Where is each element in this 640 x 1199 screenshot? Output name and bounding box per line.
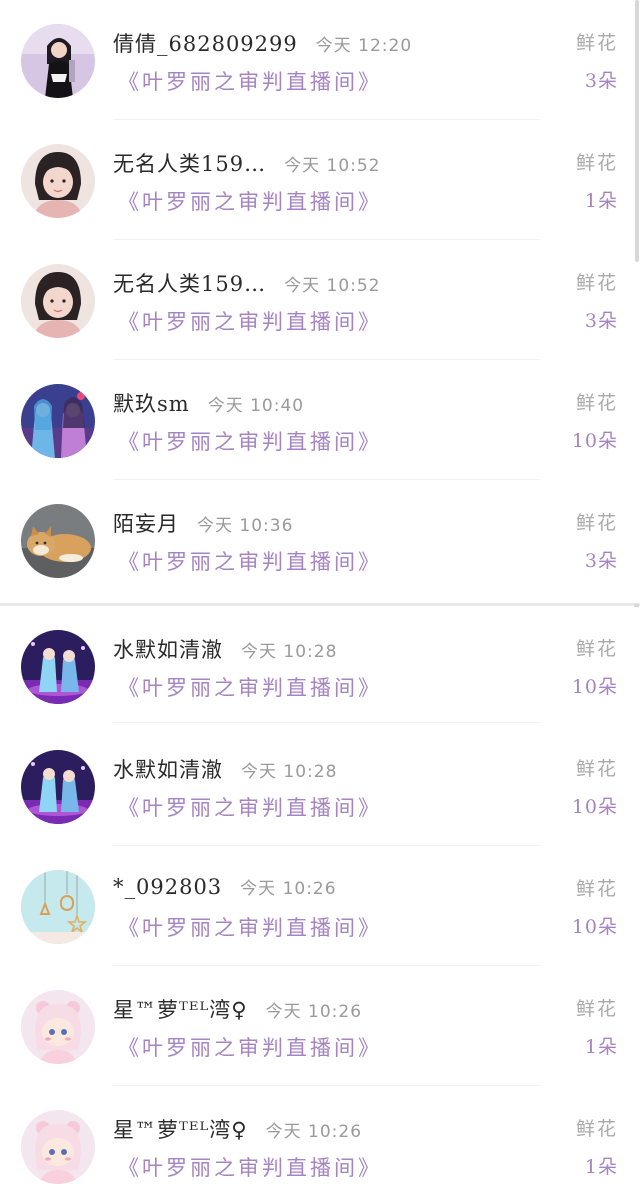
anime-duo-avatar [21, 384, 95, 458]
scrollbar[interactable] [634, 0, 640, 1199]
gift-type-label: 鲜花 [575, 1118, 618, 1140]
timestamp: 今天 10:26 [265, 1122, 363, 1142]
chibi-girl-avatar [21, 1110, 95, 1184]
gift-record-list: 倩倩_682809299 今天 12:20 《叶罗丽之审判直播间》 鲜花 3朵 … [0, 0, 640, 1199]
avatar[interactable] [21, 144, 95, 218]
user-name[interactable]: 倩倩_682809299 [113, 28, 298, 58]
room-name[interactable]: 《叶罗丽之审判直播间》 [118, 1032, 382, 1062]
avatar[interactable] [21, 1110, 95, 1184]
timestamp: 今天 10:52 [284, 156, 381, 176]
gift-type-label: 鲜花 [575, 392, 618, 414]
list-item[interactable]: 水默如清澈 今天 10:28 《叶罗丽之审判直播间》 鲜花 10朵 [0, 726, 640, 846]
list-item[interactable]: 星™萝ᵀᴱᴸ湾♀ 今天 10:26 《叶罗丽之审判直播间》 鲜花 1朵 [0, 1086, 640, 1199]
user-name[interactable]: 水默如清澈 [113, 754, 223, 784]
cat-photo-avatar [21, 504, 95, 578]
child-photo-avatar [21, 264, 95, 338]
avatar[interactable] [21, 24, 95, 98]
gift-count: 10朵 [571, 430, 618, 452]
room-name[interactable]: 《叶罗丽之审判直播间》 [118, 426, 382, 456]
user-name[interactable]: 星™萝ᵀᴱᴸ湾♀ [113, 994, 248, 1024]
list-item[interactable]: 倩倩_682809299 今天 12:20 《叶罗丽之审判直播间》 鲜花 3朵 [0, 0, 640, 120]
user-name[interactable]: 星™萝ᵀᴱᴸ湾♀ [113, 1114, 248, 1144]
timestamp: 今天 10:40 [207, 396, 305, 416]
user-name[interactable]: 默玖sm [113, 388, 190, 418]
gift-count: 3朵 [584, 70, 618, 92]
anime-stage-avatar [21, 630, 95, 704]
user-name[interactable]: 无名人类159… [113, 148, 266, 178]
gift-count: 1朵 [584, 1156, 618, 1178]
gift-type-label: 鲜花 [575, 32, 618, 54]
gift-count: 3朵 [584, 310, 618, 332]
gift-count: 10朵 [571, 916, 618, 938]
avatar[interactable] [21, 750, 95, 824]
list-item[interactable]: 默玖sm 今天 10:40 《叶罗丽之审判直播间》 鲜花 10朵 [0, 360, 640, 480]
room-name[interactable]: 《叶罗丽之审判直播间》 [118, 672, 382, 702]
timestamp: 今天 10:52 [284, 276, 381, 296]
gift-type-label: 鲜花 [575, 998, 618, 1020]
list-item[interactable]: 星™萝ᵀᴱᴸ湾♀ 今天 10:26 《叶罗丽之审判直播间》 鲜花 1朵 [0, 966, 640, 1086]
scrollbar-thumb[interactable] [635, 0, 639, 262]
user-name[interactable]: *_092803 [113, 875, 222, 899]
anime-stage-avatar [21, 750, 95, 824]
list-item[interactable]: *_092803 今天 10:26 《叶罗丽之审判直播间》 鲜花 10朵 [0, 846, 640, 966]
user-name[interactable]: 陌妄月 [113, 508, 179, 538]
gift-type-label: 鲜花 [575, 638, 618, 660]
gift-type-label: 鲜花 [575, 272, 618, 294]
timestamp: 今天 12:20 [315, 36, 413, 56]
list-item[interactable]: 陌妄月 今天 10:36 《叶罗丽之审判直播间》 鲜花 3朵 [0, 480, 640, 600]
list-item[interactable]: 水默如清澈 今天 10:28 《叶罗丽之审判直播间》 鲜花 10朵 [0, 603, 640, 723]
list-item[interactable]: 无名人类159… 今天 10:52 《叶罗丽之审判直播间》 鲜花 1朵 [0, 120, 640, 240]
gift-type-label: 鲜花 [575, 878, 618, 900]
timestamp: 今天 10:26 [240, 879, 337, 899]
child-photo-avatar [21, 144, 95, 218]
divider [113, 722, 540, 723]
room-name[interactable]: 《叶罗丽之审判直播间》 [118, 186, 382, 216]
timestamp: 今天 10:36 [197, 516, 294, 536]
avatar[interactable] [21, 384, 95, 458]
avatar[interactable] [21, 870, 95, 944]
avatar[interactable] [21, 990, 95, 1064]
gift-count: 3朵 [584, 550, 618, 572]
scroll-position-marker [634, 604, 639, 607]
girl-photo-avatar [21, 24, 95, 98]
gift-type-label: 鲜花 [575, 152, 618, 174]
timestamp: 今天 10:28 [241, 642, 338, 662]
room-name[interactable]: 《叶罗丽之审判直播间》 [118, 306, 382, 336]
gift-type-label: 鲜花 [575, 758, 618, 780]
room-name[interactable]: 《叶罗丽之审判直播间》 [118, 66, 382, 96]
star-charm-avatar [21, 870, 95, 944]
user-name[interactable]: 无名人类159… [113, 268, 266, 298]
room-name[interactable]: 《叶罗丽之审判直播间》 [118, 1152, 382, 1182]
avatar[interactable] [21, 630, 95, 704]
gift-count: 10朵 [571, 796, 618, 818]
timestamp: 今天 10:26 [265, 1002, 363, 1022]
gift-count: 1朵 [584, 190, 618, 212]
gift-type-label: 鲜花 [575, 512, 618, 534]
room-name[interactable]: 《叶罗丽之审判直播间》 [118, 912, 382, 942]
list-item[interactable]: 无名人类159… 今天 10:52 《叶罗丽之审判直播间》 鲜花 3朵 [0, 240, 640, 360]
gift-count: 10朵 [571, 676, 618, 698]
timestamp: 今天 10:28 [241, 762, 338, 782]
avatar[interactable] [21, 504, 95, 578]
chibi-girl-avatar [21, 990, 95, 1064]
gift-count: 1朵 [584, 1036, 618, 1058]
avatar[interactable] [21, 264, 95, 338]
room-name[interactable]: 《叶罗丽之审判直播间》 [118, 546, 382, 576]
room-name[interactable]: 《叶罗丽之审判直播间》 [118, 792, 382, 822]
user-name[interactable]: 水默如清澈 [113, 634, 223, 664]
